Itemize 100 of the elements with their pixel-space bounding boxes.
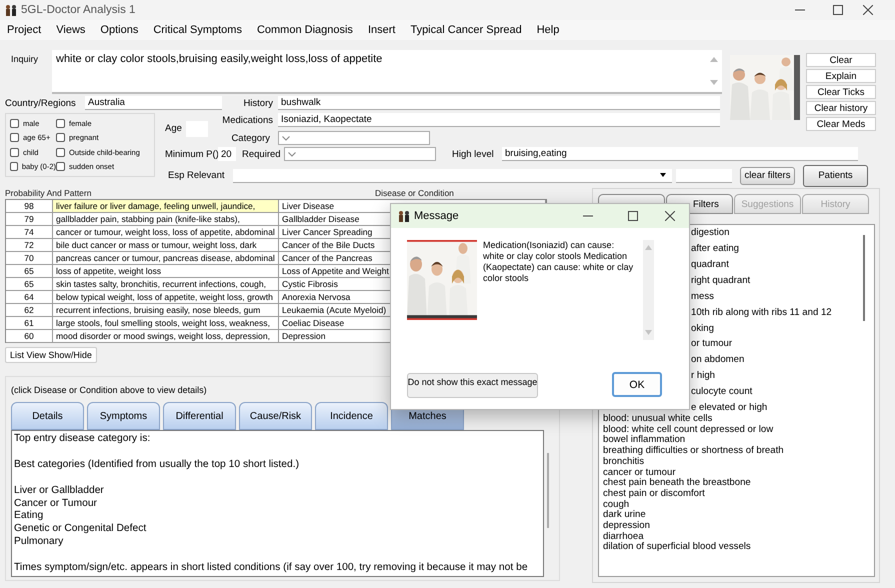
high-level-label: High level — [452, 148, 495, 160]
table-cell[interactable]: liver failure or liver damage, feeling unwell, jaundice, — [53, 200, 279, 213]
menu-item[interactable]: Views — [56, 24, 86, 36]
side-button[interactable]: Clear history — [806, 101, 876, 115]
tab[interactable]: Symptoms — [87, 402, 160, 430]
category-line: Pulmonary — [14, 536, 64, 550]
close-icon[interactable] — [863, 5, 873, 15]
side-button[interactable]: Clear Meds — [806, 117, 876, 131]
category-line: Cancer or Tumour — [14, 498, 98, 510]
list-item[interactable]: blood: unusual white cells — [603, 414, 870, 425]
menu-item[interactable]: Help — [536, 24, 560, 36]
table-cell[interactable]: mood disorder or mood swings, weight loss, depression, — [53, 330, 279, 343]
medications-field[interactable]: Isoniazid, Kaopectate — [278, 113, 720, 127]
required-label: Required — [242, 148, 282, 160]
esp-relevant-field[interactable] — [233, 168, 672, 182]
dropdown-arrow-icon[interactable] — [660, 173, 666, 177]
list-item[interactable]: depression — [603, 521, 870, 532]
menu-item[interactable]: Options — [100, 24, 138, 36]
table-cell: 61 — [6, 317, 53, 330]
hint-text: (click Disease or Condition above to view details) — [11, 385, 207, 397]
side-button[interactable]: Clear Ticks — [806, 85, 876, 99]
text-line: Best categories (Identified from usually the top 10 short listed.) — [14, 458, 300, 472]
side-button[interactable]: Clear — [806, 53, 876, 67]
checkbox[interactable] — [56, 148, 65, 157]
list-item[interactable]: chest pain or discomfort — [603, 488, 870, 500]
scrollbar-thumb[interactable] — [863, 235, 865, 321]
column-header: Disease or Condition — [375, 188, 454, 199]
history-field[interactable]: bushwalk — [278, 96, 720, 110]
checkbox[interactable] — [10, 133, 19, 142]
table-cell[interactable]: large stools, foul smelling stools, weight loss, weakness, — [53, 317, 279, 330]
app-icon — [398, 210, 410, 222]
maximize-icon[interactable] — [628, 211, 638, 221]
checkbox[interactable] — [56, 119, 65, 128]
list-item[interactable]: blood: white cell count depressed or low — [603, 424, 870, 436]
list-item[interactable]: diarrhoea — [603, 532, 870, 542]
maximize-icon[interactable] — [833, 5, 843, 15]
list-item[interactable]: chest pain beneath the breastbone — [603, 478, 870, 489]
table-cell: 72 — [6, 239, 53, 252]
side-button[interactable]: Explain — [806, 69, 876, 83]
high-level-field[interactable]: bruising,eating — [502, 147, 858, 161]
list-item[interactable]: breathing difficulties or shortness of breath — [603, 446, 870, 457]
table-cell: 65 — [6, 265, 53, 278]
menu-item[interactable]: Insert — [368, 24, 396, 36]
checkbox[interactable] — [56, 162, 65, 171]
category-line: Genetic or Congenital Defect — [14, 523, 148, 536]
list-item[interactable]: cancer or tumour — [603, 468, 870, 478]
tab[interactable]: Differential — [163, 402, 236, 430]
dialog-title: Message — [414, 210, 459, 222]
minimum-label: Minimum P() — [164, 148, 218, 160]
dont-show-button[interactable]: Do not show this exact message — [407, 373, 538, 398]
app-icon — [5, 4, 17, 16]
age-label: Age — [165, 123, 182, 134]
filter-field[interactable] — [676, 168, 732, 182]
category-line: Eating — [14, 510, 44, 524]
clear-filters-button[interactable]: clear filters — [740, 166, 795, 184]
table-cell[interactable]: pancreas cancer or tumour, pancreas disease, abdominal — [53, 252, 279, 265]
checkbox[interactable] — [10, 119, 19, 128]
column-header: Probability And Pattern — [5, 188, 92, 199]
checkbox[interactable] — [10, 162, 18, 171]
table-cell: 70 — [6, 252, 53, 265]
minimum-field[interactable]: 20 — [218, 147, 236, 161]
tab[interactable]: Details — [11, 402, 84, 430]
menu-item[interactable]: Typical Cancer Spread — [410, 24, 522, 36]
patients-button[interactable]: Patients — [803, 164, 868, 186]
list-view-button[interactable]: List View Show/Hide — [5, 347, 97, 363]
tab[interactable]: Cause/Risk — [239, 402, 312, 430]
country-field[interactable]: Australia — [85, 96, 222, 110]
list-item[interactable]: dilation of superficial blood vessels — [603, 542, 870, 554]
chevron-down-icon — [288, 152, 296, 156]
ok-button[interactable]: OK — [612, 372, 662, 397]
list-item[interactable]: cough — [603, 500, 870, 510]
table-cell: 65 — [6, 278, 53, 291]
table-cell[interactable]: below typical weight, loss of appetite, weight loss, growth — [53, 291, 279, 304]
scrollbar-thumb[interactable] — [547, 453, 549, 528]
list-item[interactable]: bowel inflammation — [603, 435, 870, 446]
window-title: 5GL-Doctor Analysis 1 — [21, 4, 136, 16]
menu-item[interactable]: Project — [7, 24, 42, 36]
list-item[interactable]: dark urine — [603, 510, 870, 522]
table-cell[interactable]: loss of appetite, weight loss — [53, 265, 279, 278]
table-cell[interactable]: skin tastes salty, bronchitis, recurrent infections, cough, — [53, 278, 279, 291]
table-cell[interactable]: recurrent infections, bruising easily, nose bleeds, gum — [53, 304, 279, 317]
country-label: Country/Regions — [4, 98, 77, 108]
table-cell: 64 — [6, 291, 53, 304]
table-cell[interactable]: cancer or tumour, weight loss, loss of appetite, abdominal — [53, 226, 279, 239]
text-line: Times symptom/sign/etc. appears in short listed conditions (if say over 100, try removing it because it may not be — [14, 562, 529, 575]
table-cell[interactable]: gallbladder pain, stabbing pain (knife-like stabs), — [53, 213, 279, 226]
checkbox[interactable] — [56, 133, 65, 142]
category-label: Category — [230, 132, 270, 144]
checkbox[interactable] — [10, 148, 19, 157]
table-cell: 62 — [6, 304, 53, 317]
menu-item[interactable]: Common Diagnosis — [256, 24, 353, 36]
message-text: Medication(Isoniazid) can cause: white or clay color stools Medication (Kaopectate) can cause: white or clay color stools — [483, 240, 634, 285]
close-icon[interactable] — [665, 211, 675, 221]
table-cell: 74 — [6, 226, 53, 239]
table-cell[interactable]: bile duct cancer or mass or tumour, weight loss, dark — [53, 239, 279, 252]
tab[interactable]: Incidence — [315, 402, 388, 430]
category-line: Liver or Gallbladder — [14, 484, 105, 498]
table-cell: 60 — [6, 330, 53, 343]
list-item[interactable]: bronchitis — [603, 456, 870, 468]
menu-item[interactable]: Critical Symptoms — [153, 24, 242, 36]
